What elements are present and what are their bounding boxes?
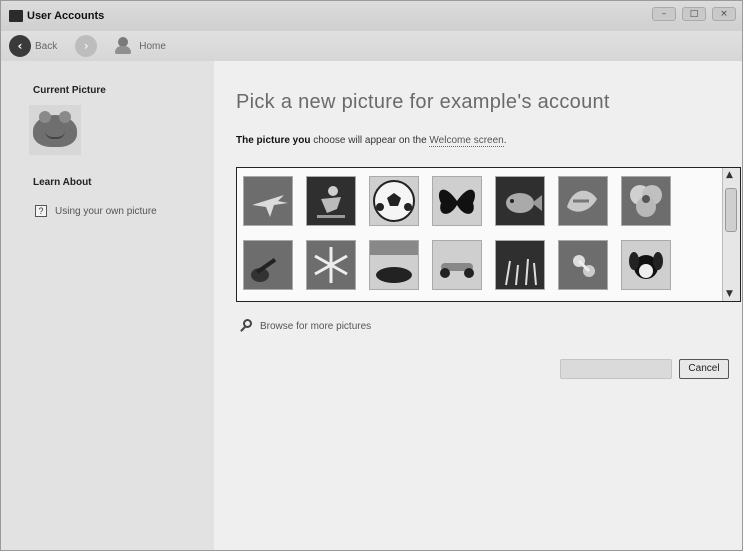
picture-snowflake[interactable] [306,240,356,290]
user-accounts-icon [9,10,23,22]
picture-soccer-ball[interactable] [369,176,419,226]
home-label[interactable]: Home [139,41,166,52]
current-picture-heading: Current Picture [33,85,106,96]
picture-butterfly[interactable] [432,176,482,226]
scroll-up-arrow-icon[interactable]: ▲ [726,170,733,180]
picture-skateboarder[interactable] [306,176,356,226]
picture-grid [243,176,671,290]
picture-guitar[interactable] [243,240,293,290]
forward-button[interactable]: › [75,35,98,57]
minimize-button[interactable]: – [652,7,676,21]
home-icon[interactable] [115,37,135,55]
subtitle-prefix: The picture you [236,135,311,146]
change-picture-button[interactable] [560,359,672,379]
picture-robot[interactable] [558,240,608,290]
current-picture [29,105,81,155]
magnifier-icon [240,319,254,333]
cancel-button[interactable]: Cancel [679,359,729,379]
learn-about-heading: Learn About [33,177,92,188]
learn-link-own-picture[interactable]: ? Using your own picture [35,205,157,217]
learn-link-label[interactable]: Using your own picture [55,206,157,217]
welcome-screen-link[interactable]: Welcome screen [429,135,504,147]
picture-drums[interactable] [495,240,545,290]
user-accounts-window: User Accounts – □ × ‹ Back › Home Curren… [0,0,743,551]
scroll-down-arrow-icon[interactable]: ▼ [726,289,733,299]
picture-picker: ▲ ▼ [236,167,741,302]
picture-horses[interactable] [369,240,419,290]
back-label[interactable]: Back [35,41,57,52]
help-icon: ? [35,205,47,217]
page-subtitle: The picture you choose will appear on th… [236,135,507,147]
picture-airplane[interactable] [243,176,293,226]
picture-fish[interactable] [495,176,545,226]
scroll-thumb[interactable] [725,188,737,232]
main-content: Pick a new picture for example's account… [214,61,742,550]
window-title: User Accounts [27,10,105,22]
picture-koi[interactable] [558,176,608,226]
browse-label[interactable]: Browse for more pictures [260,321,371,332]
maximize-button[interactable]: □ [682,7,706,21]
picture-race-car[interactable] [432,240,482,290]
back-button[interactable]: ‹ [9,35,31,57]
picture-scrollbar[interactable]: ▲ ▼ [722,168,740,301]
browse-more-pictures[interactable]: Browse for more pictures [240,319,371,333]
page-title: Pick a new picture for example's account [236,91,610,113]
close-button[interactable]: × [712,7,736,21]
subtitle-mid: choose will appear on the [310,135,430,146]
subtitle-suffix: . [503,135,507,146]
picture-flower[interactable] [621,176,671,226]
sidebar: Current Picture Learn About ? Using your… [1,61,214,550]
title-bar: User Accounts – □ × [1,1,742,31]
window-controls: – □ × [652,7,736,21]
picture-dog[interactable] [621,240,671,290]
navigation-bar: ‹ Back › Home [1,31,742,61]
